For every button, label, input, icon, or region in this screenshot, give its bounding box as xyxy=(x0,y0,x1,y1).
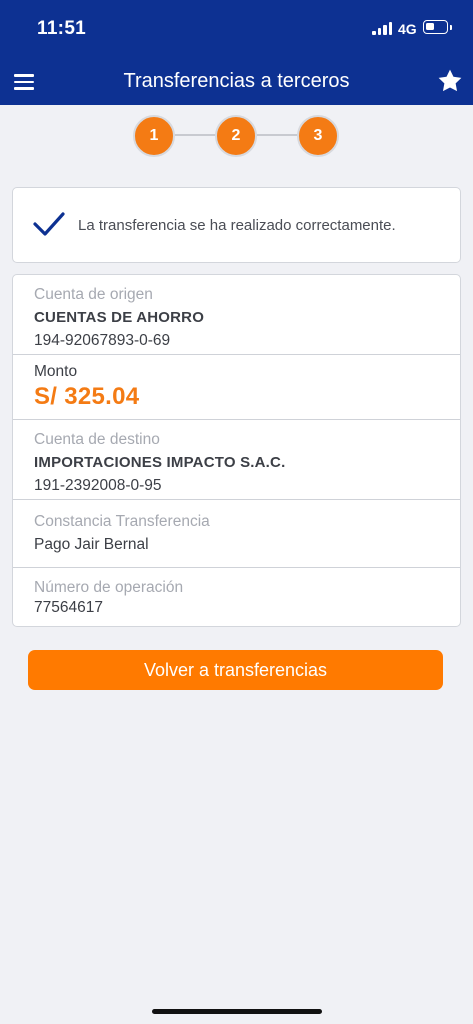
origin-account-label: Cuenta de origen xyxy=(34,286,153,303)
receipt-label: Constancia Transferencia xyxy=(34,513,210,530)
progress-stepper: 1 2 3 xyxy=(0,115,473,159)
amount-value: S/ 325.04 xyxy=(34,383,140,410)
step-2: 2 xyxy=(215,115,257,157)
origin-account-number: 194-92067893-0-69 xyxy=(34,332,171,349)
receipt-row: Constancia Transferencia Pago Jair Berna… xyxy=(13,500,460,568)
operation-number-row: Número de operación 77564617 xyxy=(13,568,460,626)
step-connector xyxy=(173,134,217,136)
home-indicator[interactable] xyxy=(152,1009,322,1014)
success-text: La transferencia se ha realizado correct… xyxy=(78,217,396,234)
step-3: 3 xyxy=(297,115,339,157)
back-to-transfers-button[interactable]: Volver a transferencias xyxy=(28,650,443,690)
destination-account-label: Cuenta de destino xyxy=(34,431,160,448)
app-header: Transferencias a terceros xyxy=(0,58,473,105)
star-icon[interactable] xyxy=(437,68,463,94)
page-title: Transferencias a terceros xyxy=(123,70,350,92)
operation-number-label: Número de operación xyxy=(34,579,184,596)
checkmark-icon xyxy=(33,212,65,236)
signal-strength-icon xyxy=(372,22,394,35)
destination-account-number: 191-2392008-0-95 xyxy=(34,477,162,494)
operation-number-value: 77564617 xyxy=(34,599,103,616)
amount-label: Monto xyxy=(34,363,78,380)
origin-account-row: Cuenta de origen CUENTAS DE AHORRO 194-9… xyxy=(13,275,460,355)
receipt-value: Pago Jair Bernal xyxy=(34,536,149,553)
step-connector xyxy=(255,134,299,136)
success-message-card: La transferencia se ha realizado correct… xyxy=(12,187,461,263)
status-time: 11:51 xyxy=(37,18,87,39)
destination-account-name: IMPORTACIONES IMPACTO S.A.C. xyxy=(34,454,286,471)
status-bar: 11:51 4G xyxy=(0,0,473,58)
battery-icon xyxy=(423,20,452,34)
step-1: 1 xyxy=(133,115,175,157)
amount-row: Monto S/ 325.04 xyxy=(13,355,460,420)
network-type: 4G xyxy=(398,21,417,37)
origin-account-name: CUENTAS DE AHORRO xyxy=(34,309,205,326)
transfer-details-card: Cuenta de origen CUENTAS DE AHORRO 194-9… xyxy=(12,274,461,627)
destination-account-row: Cuenta de destino IMPORTACIONES IMPACTO … xyxy=(13,420,460,500)
